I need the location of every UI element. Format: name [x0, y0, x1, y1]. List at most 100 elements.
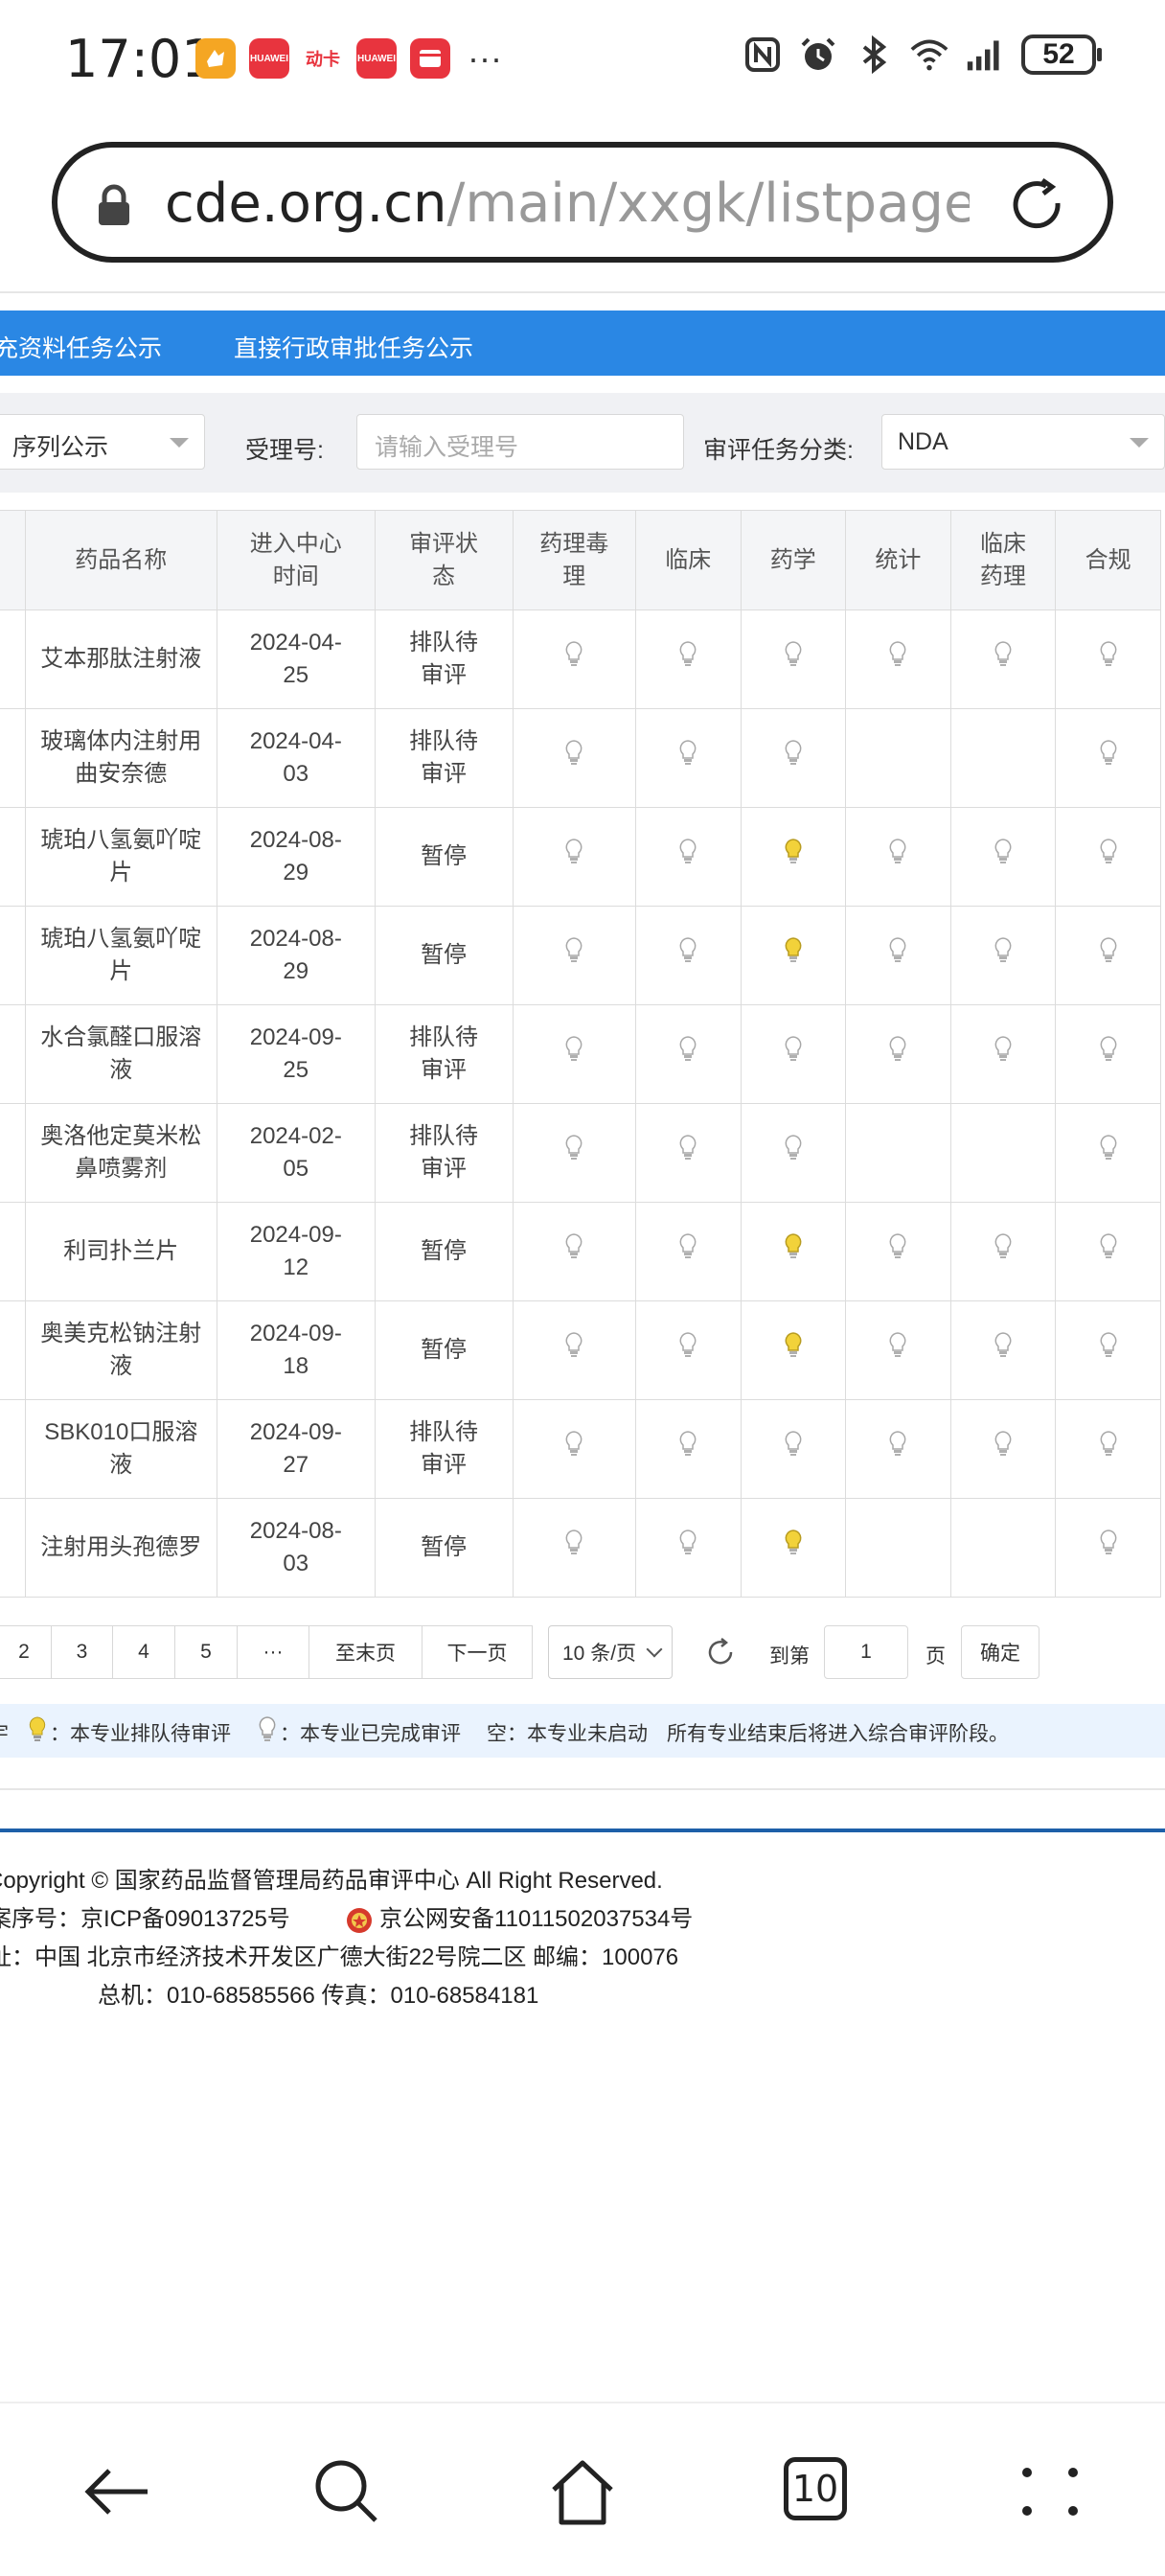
drug-name-cell[interactable]: 琥珀八氢氨吖啶片 [24, 906, 218, 1005]
gray-bulb-icon [889, 1233, 906, 1258]
compliance-status-cell [1055, 1004, 1161, 1104]
legend-empty: 空：本专业未启动 [487, 1723, 648, 1745]
gray-bulb-icon [565, 1332, 582, 1357]
page-size-select[interactable]: 10 条/页 [548, 1625, 673, 1679]
drug-name-cell[interactable]: 琥珀八氢氨吖啶片 [24, 807, 218, 907]
tab-supplement-tasks[interactable]: 充资料任务公示 [0, 330, 162, 364]
task-tabs: 充资料任务公示 直接行政审批任务公示 [0, 310, 1165, 376]
clinical-pharmacology-status-cell [949, 610, 1057, 709]
category-select-value: NDA [898, 428, 948, 455]
clinical-status-cell [634, 708, 742, 808]
goto-label: 到第 [769, 1645, 810, 1668]
drug-name-cell[interactable]: 玻璃体内注射用曲安奈德 [24, 708, 218, 808]
drug-name-cell[interactable]: SBK010口服溶液 [24, 1399, 218, 1499]
tabs-button[interactable]: 10 [784, 2457, 847, 2520]
gray-bulb-icon [994, 1036, 1012, 1061]
page-5-button[interactable]: 5 [174, 1625, 238, 1679]
clinical-pharmacology-status-cell [949, 1202, 1057, 1301]
search-icon[interactable] [310, 2455, 383, 2528]
drug-name-cell[interactable]: 奥洛他定莫米松鼻喷雾剂 [24, 1103, 218, 1203]
table-row[interactable]: 艾本那肽注射液 2024-04-25 排队待审评 [0, 610, 1161, 709]
pharmacy-status-cell [740, 1202, 847, 1301]
yellow-bulb-icon [785, 1332, 802, 1357]
footer-police-record[interactable]: 京公网安备11011502037534号 [345, 1899, 693, 1935]
entry-time-cell: 2024-09-12 [217, 1202, 376, 1301]
gray-bulb-icon [565, 641, 582, 666]
queue-select[interactable]: 序列公示 [0, 414, 205, 470]
huawei-notification-icon: HUAWEI [249, 38, 289, 79]
page-3-button[interactable]: 3 [51, 1625, 113, 1679]
table-row[interactable]: 水合氯醛口服溶液 2024-09-25 排队待审评 [0, 1004, 1161, 1104]
gray-bulb-icon [1100, 1135, 1117, 1160]
review-status-cell: 排队待审评 [374, 708, 514, 808]
table-row[interactable]: 利司扑兰片 2024-09-12 暂停 [0, 1202, 1161, 1301]
row-index-cell [0, 1202, 26, 1301]
review-status-cell: 排队待审评 [374, 1103, 514, 1203]
header-index [0, 510, 26, 610]
page-4-button[interactable]: 4 [112, 1625, 175, 1679]
drug-name-cell[interactable]: 艾本那肽注射液 [24, 610, 218, 709]
table-row[interactable]: 琥珀八氢氨吖啶片 2024-08-29 暂停 [0, 906, 1161, 1005]
table-row[interactable]: 玻璃体内注射用曲安奈德 2024-04-03 排队待审评 [0, 708, 1161, 808]
home-icon[interactable] [546, 2455, 619, 2528]
review-status-cell: 排队待审评 [374, 1399, 514, 1499]
last-page-button[interactable]: 至末页 [308, 1625, 423, 1679]
entry-time-cell: 2024-04-25 [217, 610, 376, 709]
statistics-status-cell [845, 906, 951, 1005]
compliance-status-cell [1055, 906, 1161, 1005]
clinical-status-cell [634, 1202, 742, 1301]
refresh-icon[interactable] [705, 1637, 736, 1668]
clinical-status-cell [634, 1399, 742, 1499]
huawei-notification-icon: HUAWEI [356, 38, 397, 79]
tab-direct-approval-tasks[interactable]: 直接行政审批任务公示 [234, 330, 473, 364]
pharmacy-status-cell [740, 906, 847, 1005]
url-text[interactable]: cde.org.cn/main/xxgk/listpage/9f9c7 [165, 172, 970, 240]
compliance-status-cell [1055, 708, 1161, 808]
yellow-bulb-icon [785, 1530, 802, 1554]
address-bar[interactable]: cde.org.cn/main/xxgk/listpage/9f9c7 [52, 142, 1113, 263]
footer-icp[interactable]: 备案序号：京ICP备09013725号 [0, 1899, 290, 1933]
gray-bulb-icon [785, 740, 802, 765]
clinical-pharmacology-status-cell [949, 1300, 1057, 1400]
gray-bulb-icon [1100, 1530, 1117, 1554]
row-index-cell [0, 906, 26, 1005]
drug-name-cell[interactable]: 奥美克松钠注射液 [24, 1300, 218, 1400]
page-2-button[interactable]: 2 [0, 1625, 52, 1679]
back-icon[interactable] [80, 2455, 153, 2528]
goto-page-input[interactable]: 1 [824, 1625, 908, 1679]
review-status-cell: 暂停 [374, 906, 514, 1005]
drug-name-cell[interactable]: 注射用头孢德罗 [24, 1498, 218, 1598]
chevron-down-icon [646, 1641, 663, 1658]
next-page-button[interactable]: 下一页 [422, 1625, 533, 1679]
police-badge-icon [347, 1907, 372, 1933]
reload-icon[interactable] [1008, 174, 1069, 236]
table-row[interactable]: 注射用头孢德罗 2024-08-03 暂停 [0, 1498, 1161, 1598]
menu-icon[interactable] [1014, 2455, 1086, 2528]
table-row[interactable]: 奥洛他定莫米松鼻喷雾剂 2024-02-05 排队待审评 [0, 1103, 1161, 1203]
pharmacology-toxicology-status-cell [512, 610, 636, 709]
drug-name-cell[interactable]: 水合氯醛口服溶液 [24, 1004, 218, 1104]
drug-name-cell[interactable]: 利司扑兰片 [24, 1202, 218, 1301]
chevron-down-icon [170, 438, 189, 448]
clinical-pharmacology-status-cell [949, 807, 1057, 907]
pharmacology-toxicology-status-cell [512, 1498, 636, 1598]
pharmacology-toxicology-status-cell [512, 1004, 636, 1104]
pharmacy-status-cell [740, 807, 847, 907]
compliance-status-cell [1055, 1103, 1161, 1203]
entry-time-cell: 2024-09-27 [217, 1399, 376, 1499]
gray-bulb-icon [1100, 937, 1117, 962]
confirm-button[interactable]: 确定 [961, 1625, 1039, 1679]
table-row[interactable]: SBK010口服溶液 2024-09-27 排队待审评 [0, 1399, 1161, 1499]
accept-number-input[interactable]: 请输入受理号 [356, 414, 684, 470]
review-status-cell: 暂停 [374, 1300, 514, 1400]
gray-bulb-icon [679, 1036, 697, 1061]
footer-rule [0, 1828, 1165, 1832]
statistics-status-cell [845, 1399, 951, 1499]
table-row[interactable]: 奥美克松钠注射液 2024-09-18 暂停 [0, 1300, 1161, 1400]
pharmacy-status-cell [740, 708, 847, 808]
table-row[interactable]: 琥珀八氢氨吖啶片 2024-08-29 暂停 [0, 807, 1161, 907]
gray-bulb-icon [1100, 1332, 1117, 1357]
gray-bulb-icon [679, 839, 697, 863]
category-select[interactable]: NDA [881, 414, 1165, 470]
pharmacology-toxicology-status-cell [512, 1103, 636, 1203]
